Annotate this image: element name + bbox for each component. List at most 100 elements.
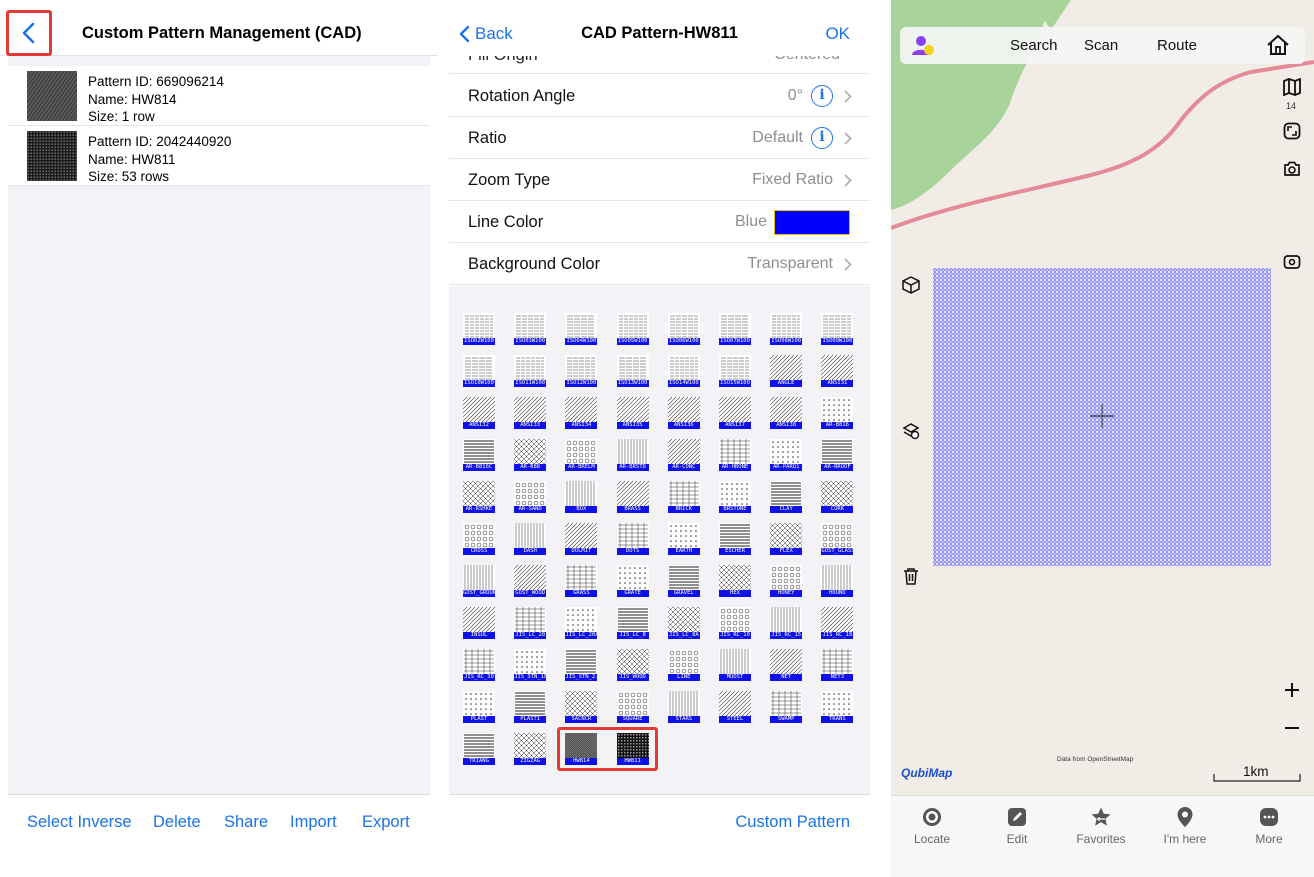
pattern-cell[interactable]: ISO02W100 bbox=[463, 313, 495, 345]
pattern-cell[interactable]: ISO10W100 bbox=[463, 355, 495, 387]
share-button[interactable]: Share bbox=[224, 813, 268, 832]
pattern-cell[interactable]: STARS bbox=[667, 691, 700, 723]
trash-icon[interactable] bbox=[896, 561, 926, 591]
pattern-cell[interactable]: ISO14W100 bbox=[667, 355, 700, 387]
zoom-type-row[interactable]: Zoom Type Fixed Ratio bbox=[449, 159, 870, 201]
pattern-cell[interactable]: HONEY bbox=[770, 565, 803, 597]
background-color-row[interactable]: Background Color Transparent bbox=[449, 243, 870, 285]
pattern-cell[interactable]: PLAST bbox=[463, 691, 495, 723]
pattern-cell[interactable]: DOLMIT bbox=[565, 523, 598, 555]
back-button[interactable] bbox=[6, 10, 52, 56]
pattern-cell[interactable]: ZIGZAG bbox=[514, 733, 547, 765]
pattern-cell[interactable]: JIS_LC_8A bbox=[667, 607, 700, 639]
pattern-cell[interactable]: ANSI31 bbox=[821, 355, 854, 387]
pattern-cell[interactable]: SQUARE bbox=[616, 691, 649, 723]
pattern-cell[interactable]: ANSI32 bbox=[463, 397, 495, 429]
pattern-cell[interactable]: NET bbox=[770, 649, 803, 681]
pattern-cell[interactable]: AR-HBONE bbox=[719, 439, 751, 471]
tab-more[interactable]: More bbox=[1234, 804, 1304, 846]
pattern-cell[interactable]: ANSI37 bbox=[719, 397, 751, 429]
pattern-cell[interactable]: DOTS bbox=[616, 523, 649, 555]
pattern-cell[interactable]: AR-SAND bbox=[514, 481, 547, 513]
pattern-cell[interactable]: HOUND bbox=[821, 565, 854, 597]
pattern-cell[interactable]: ISO04W100 bbox=[565, 313, 598, 345]
pattern-row-hw814[interactable]: Pattern ID: 669096214 Name: HW814 Size: … bbox=[8, 66, 430, 126]
pattern-cell[interactable]: GRAVEL bbox=[667, 565, 700, 597]
pattern-cell[interactable]: AR-B816 bbox=[821, 397, 854, 429]
pattern-cell[interactable]: AR-CONC bbox=[667, 439, 700, 471]
map-view[interactable]: Search Scan Route 14 QubiMap Data from O… bbox=[891, 0, 1314, 877]
tab-edit[interactable]: Edit bbox=[982, 804, 1052, 846]
pattern-cell[interactable]: DASH bbox=[514, 523, 547, 555]
pattern-cell[interactable]: ANGLE bbox=[770, 355, 803, 387]
pattern-cell[interactable]: GRATE bbox=[616, 565, 649, 597]
info-icon[interactable]: i bbox=[811, 127, 833, 149]
line-color-row[interactable]: Line Color Blue bbox=[449, 201, 870, 243]
pattern-cell[interactable]: TRANS bbox=[821, 691, 854, 723]
ratio-row[interactable]: Ratio Default i bbox=[449, 117, 870, 159]
select-inverse-button[interactable]: Select Inverse bbox=[27, 813, 132, 832]
pattern-cell[interactable]: SWAMP bbox=[770, 691, 803, 723]
pattern-cell[interactable]: ANSI36 bbox=[667, 397, 700, 429]
pattern-cell[interactable]: ISO05W100 bbox=[616, 313, 649, 345]
pattern-cell[interactable]: AR-BRSTD bbox=[616, 439, 649, 471]
pattern-cell[interactable]: GOST_GROUND bbox=[463, 565, 495, 597]
pattern-cell[interactable]: JIS_WOOD bbox=[616, 649, 649, 681]
pattern-cell[interactable]: GRASS bbox=[565, 565, 598, 597]
rotate-view-icon[interactable] bbox=[1277, 247, 1307, 277]
pattern-cell[interactable]: SACNCR bbox=[565, 691, 598, 723]
pattern-cell[interactable]: JIS_LC_20 bbox=[514, 607, 547, 639]
ok-button[interactable]: OK bbox=[825, 24, 850, 44]
zoom-in-button[interactable] bbox=[1277, 675, 1307, 705]
pattern-cell[interactable]: ISO11W100 bbox=[514, 355, 547, 387]
pattern-cell[interactable]: INSUL bbox=[463, 607, 495, 639]
tab-im-here[interactable]: I'm here bbox=[1150, 804, 1220, 846]
export-button[interactable]: Export bbox=[362, 813, 410, 832]
search-button[interactable]: Search bbox=[1010, 37, 1058, 54]
pattern-cell[interactable]: CORK bbox=[821, 481, 854, 513]
pattern-cell[interactable]: AR-PARQ1 bbox=[770, 439, 803, 471]
pattern-cell[interactable]: AR-RSHKE bbox=[463, 481, 495, 513]
pattern-cell[interactable]: ISO09W100 bbox=[821, 313, 854, 345]
pattern-cell[interactable]: JIS_STN_2.5 bbox=[565, 649, 598, 681]
pattern-cell[interactable]: ANSI33 bbox=[514, 397, 547, 429]
import-button[interactable]: Import bbox=[290, 813, 337, 832]
pattern-cell[interactable]: AR-BRELM bbox=[565, 439, 598, 471]
camera-icon[interactable] bbox=[1277, 154, 1307, 184]
pattern-cell[interactable]: EARTH bbox=[667, 523, 700, 555]
pattern-cell[interactable]: ISO03W100 bbox=[514, 313, 547, 345]
pattern-cell[interactable]: AR-B88 bbox=[514, 439, 547, 471]
pattern-cell[interactable]: GOST_GLASS bbox=[821, 523, 854, 555]
pattern-cell[interactable]: JIS_LC_20A bbox=[565, 607, 598, 639]
pattern-cell[interactable]: ISO07W100 bbox=[719, 313, 751, 345]
pattern-cell[interactable]: BRSTONE bbox=[719, 481, 751, 513]
pattern-cell[interactable]: JIS_RC_15 bbox=[770, 607, 803, 639]
pattern-cell[interactable]: ISO15W100 bbox=[719, 355, 751, 387]
pattern-cell[interactable]: LINE bbox=[667, 649, 700, 681]
pattern-cell[interactable]: HEX bbox=[719, 565, 751, 597]
pattern-cell[interactable]: JIS_RC_10 bbox=[719, 607, 751, 639]
tab-locate[interactable]: Locate bbox=[897, 804, 967, 846]
map-layers-icon[interactable] bbox=[1277, 72, 1307, 102]
pattern-cell[interactable]: CROSS bbox=[463, 523, 495, 555]
rotation-angle-row[interactable]: Rotation Angle 0° i bbox=[449, 75, 870, 117]
pattern-cell[interactable]: NET3 bbox=[821, 649, 854, 681]
zoom-out-button[interactable] bbox=[1277, 713, 1307, 743]
pattern-cell[interactable]: BOX bbox=[565, 481, 598, 513]
custom-pattern-button[interactable]: Custom Pattern bbox=[735, 813, 850, 832]
pattern-cell[interactable]: JIS_LC_8 bbox=[616, 607, 649, 639]
pattern-cell[interactable]: JIS_STN_1E bbox=[514, 649, 547, 681]
pattern-cell[interactable]: AR-RROOF bbox=[821, 439, 854, 471]
pattern-cell[interactable]: MUDST bbox=[719, 649, 751, 681]
pattern-cell[interactable]: ANSI35 bbox=[616, 397, 649, 429]
pattern-cell[interactable]: ISO12W100 bbox=[565, 355, 598, 387]
pattern-cell[interactable]: STEEL bbox=[719, 691, 751, 723]
line-color-swatch[interactable] bbox=[774, 210, 850, 235]
home-icon[interactable] bbox=[1266, 34, 1290, 56]
pattern-cell[interactable]: GOST_WOOD bbox=[514, 565, 547, 597]
pattern-cell[interactable]: ESCHER bbox=[719, 523, 751, 555]
3d-view-icon[interactable] bbox=[896, 270, 926, 300]
pattern-cell[interactable]: ISO13W100 bbox=[616, 355, 649, 387]
pattern-cell[interactable]: BRASS bbox=[616, 481, 649, 513]
pattern-cell[interactable]: ANSI34 bbox=[565, 397, 598, 429]
